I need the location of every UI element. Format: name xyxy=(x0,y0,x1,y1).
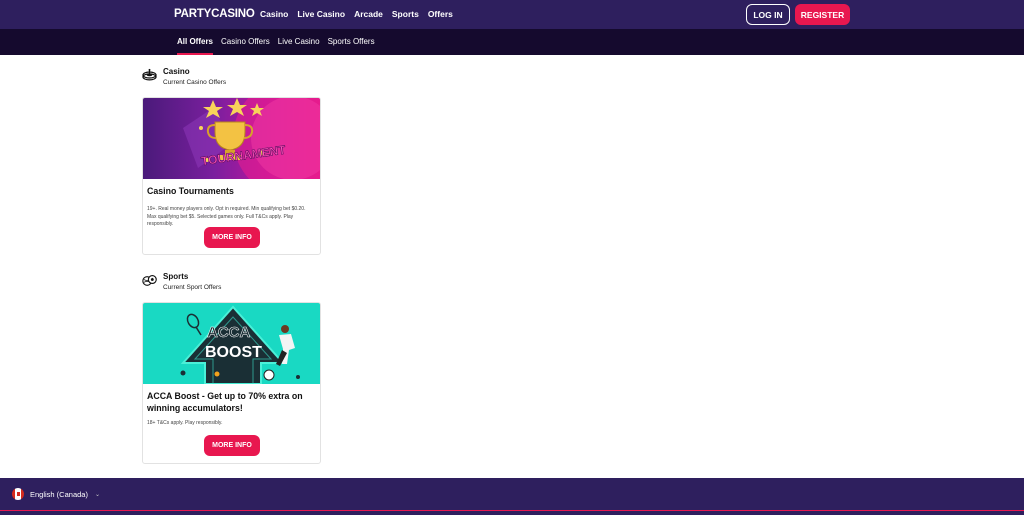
offer-card-acca-boost[interactable]: ACCA BOOST ACCA Boost - Get up to 70% ex… xyxy=(142,302,321,464)
tab-live-casino[interactable]: Live Casino xyxy=(278,29,320,55)
tab-casino-offers[interactable]: Casino Offers xyxy=(221,29,270,55)
nav-item-casino[interactable]: Casino xyxy=(260,9,288,19)
roulette-icon xyxy=(142,68,157,81)
tournament-artwork-icon: TOURNAMENT xyxy=(183,98,320,179)
footer: English (Canada) ⌄ xyxy=(0,478,1024,515)
tournament-banner[interactable]: TOURNAMENT xyxy=(143,98,320,179)
acca-boost-banner[interactable]: ACCA BOOST xyxy=(143,303,320,384)
acca-banner-text: ACCA xyxy=(207,324,250,341)
sports-balls-icon xyxy=(142,275,157,286)
section-subtitle-casino: Current Casino Offers xyxy=(163,79,227,86)
section-title-casino: Casino xyxy=(163,67,190,76)
card-title-casino-tournaments[interactable]: Casino Tournaments xyxy=(147,185,316,197)
register-button[interactable]: REGISTER xyxy=(795,4,850,25)
nav-item-live-casino[interactable]: Live Casino xyxy=(297,9,345,19)
section-subtitle-sports: Current Sport Offers xyxy=(163,284,222,291)
partycasino-logo[interactable]: PARTYCASINO xyxy=(174,8,255,20)
language-selector[interactable]: English (Canada) ⌄ xyxy=(12,488,100,500)
chevron-down-icon: ⌄ xyxy=(94,491,100,498)
tab-sports-offers[interactable]: Sports Offers xyxy=(328,29,375,55)
boost-banner-text: BOOST xyxy=(205,344,262,361)
nav-item-sports[interactable]: Sports xyxy=(392,9,419,19)
language-label: English (Canada) xyxy=(30,489,88,499)
acca-boost-artwork-icon: ACCA BOOST xyxy=(180,305,300,384)
card-terms-casino: 19+. Real money players only. Opt in req… xyxy=(147,206,306,227)
offer-card-casino-tournaments[interactable]: TOURNAMENT Casino Tournaments 19+. Real … xyxy=(142,97,321,255)
canada-flag-icon xyxy=(12,488,24,500)
section-title-sports: Sports xyxy=(163,272,189,281)
casino-section-header: Casino Current Casino Offers xyxy=(142,67,226,86)
offers-subnav: All Offers Casino Offers Live Casino Spo… xyxy=(0,29,1024,55)
login-button[interactable]: LOG IN xyxy=(746,4,790,25)
nav-item-offers[interactable]: Offers xyxy=(428,9,453,19)
top-header: PARTYCASINO Casino Live Casino Arcade Sp… xyxy=(0,0,1024,29)
main-nav: Casino Live Casino Arcade Sports Offers xyxy=(260,9,453,19)
tab-all-offers[interactable]: All Offers xyxy=(177,29,214,55)
card-title-acca-boost[interactable]: ACCA Boost - Get up to 70% extra on winn… xyxy=(147,390,316,414)
nav-item-arcade[interactable]: Arcade xyxy=(354,9,383,19)
card-terms-sports: 18+ T&Cs apply. Play responsibly. xyxy=(147,420,223,426)
more-info-button-sports[interactable]: MORE INFO xyxy=(204,435,260,456)
sports-section-header: Sports Current Sport Offers xyxy=(142,272,221,291)
more-info-button-casino[interactable]: MORE INFO xyxy=(204,227,260,248)
